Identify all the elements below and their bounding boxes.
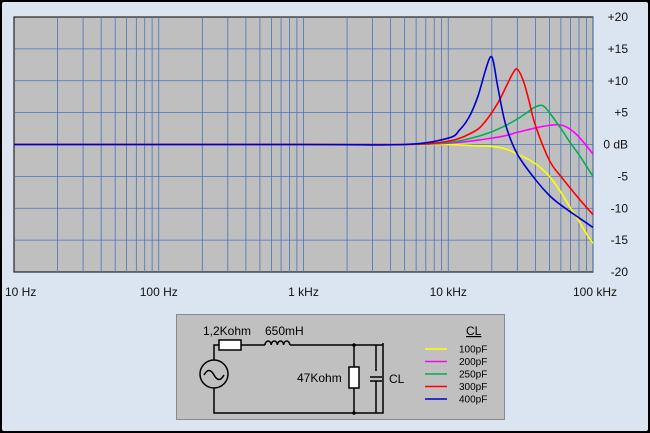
y-tick-label: +20	[608, 10, 629, 24]
legend: CL 100pF200pF 250pF300pF 400pF	[425, 324, 487, 406]
resistor-1-icon	[218, 339, 242, 351]
y-tick-label: 0 dB	[603, 138, 628, 152]
capacitor-icon	[370, 376, 382, 382]
x-tick-label: 10 kHz	[430, 285, 467, 299]
legend-label-100pF: 100pF	[459, 345, 487, 356]
y-tick-label: -20	[611, 265, 629, 279]
y-axis-ticks: +20 +15 +10 +5 0 dB -5 -10 -15 -20	[603, 10, 628, 279]
y-tick-label: +5	[614, 106, 628, 120]
inductor-icon	[264, 340, 291, 346]
legend-label-250pF: 250pF	[459, 370, 487, 381]
x-tick-label: 1 kHz	[288, 285, 319, 299]
legend-label-300pF: 300pF	[459, 382, 487, 393]
x-axis-ticks: 10 Hz 100 Hz 1 kHz 10 kHz 100 kHz	[5, 285, 617, 299]
y-tick-label: +10	[608, 74, 629, 88]
r2-label: 47Kohm	[297, 371, 342, 385]
junction-dot	[352, 343, 356, 347]
circuit-schematic: 1,2Kohm 650mH 47Kohm CL CL 100pF 200pF 250…	[176, 314, 505, 420]
x-tick-label: 100 Hz	[140, 285, 178, 299]
legend-label-200pF: 200pF	[459, 357, 487, 368]
y-tick-label: -10	[611, 201, 629, 215]
junction-dot	[352, 411, 356, 415]
resistor-2-icon	[348, 366, 360, 389]
x-tick-label: 10 Hz	[5, 285, 36, 299]
sine-wave-icon	[203, 369, 225, 381]
r1-label: 1,2Kohm	[203, 324, 251, 338]
schematic-drawing: 1,2Kohm 650mH 47Kohm CL CL 100pF200pF 250…	[199, 324, 487, 415]
x-tick-label: 100 kHz	[573, 285, 617, 299]
legend-label-400pF: 400pF	[459, 395, 487, 406]
y-tick-label: -15	[611, 233, 629, 247]
legend-title: CL	[466, 324, 482, 338]
y-tick-label: +15	[608, 42, 629, 56]
l1-label: 650mH	[265, 324, 304, 338]
c-label: CL	[389, 372, 405, 386]
y-tick-label: -5	[617, 169, 628, 183]
